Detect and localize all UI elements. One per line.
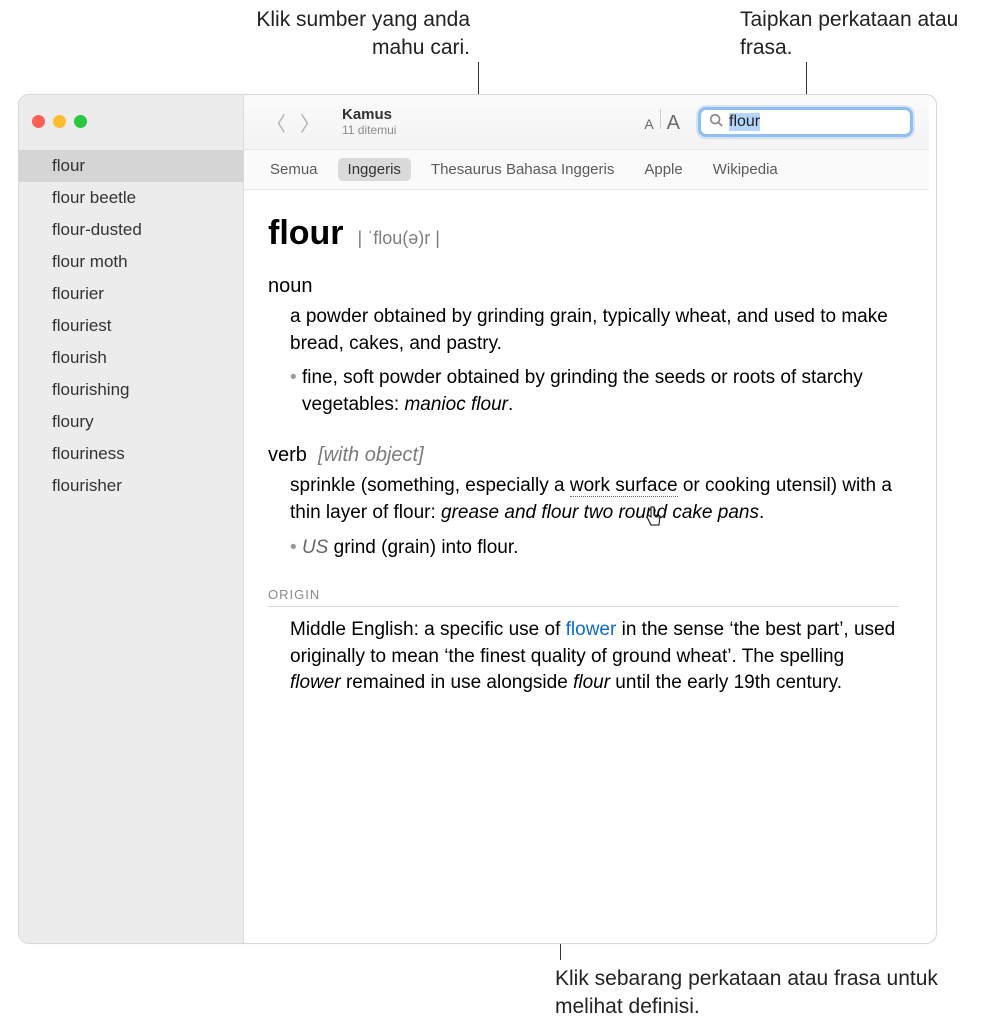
sidebar-item[interactable]: flourisher (18, 470, 243, 502)
font-increase-button[interactable]: A (667, 112, 680, 135)
fullscreen-button[interactable] (74, 115, 87, 128)
window-controls (32, 115, 87, 128)
sidebar-item[interactable]: flouriest (18, 310, 243, 342)
pos-label: verb (268, 444, 307, 466)
callout-source: Klik sumber yang anda mahu cari. (200, 6, 470, 63)
linked-phrase[interactable]: work surface (570, 475, 678, 497)
pos-verb: verb [with object] (268, 444, 899, 467)
source-tabs: Semua Inggeris Thesaurus Bahasa Inggeris Ap… (244, 150, 929, 190)
origin-text: Middle English: a specific use of flower… (290, 617, 899, 697)
noun-definition: a powder obtained by grinding grain, typ… (290, 304, 899, 357)
dictionary-window: flourflour beetleflour-dustedflour mothf… (18, 94, 937, 944)
minimize-button[interactable] (53, 115, 66, 128)
back-button[interactable]: 〈 (260, 106, 292, 139)
search-input[interactable] (729, 113, 936, 131)
text: fine, soft powder obtained by grinding t… (302, 367, 863, 415)
source-tab[interactable]: Thesaurus Bahasa Inggeris (421, 158, 624, 181)
source-tab[interactable]: Wikipedia (703, 158, 788, 181)
search-box[interactable]: ✕ (698, 107, 913, 137)
origin-heading: ORIGIN (268, 587, 899, 607)
source-tab[interactable]: Apple (634, 158, 692, 181)
noun-block: noun a powder obtained by grinding grain… (268, 275, 899, 418)
close-button[interactable] (32, 115, 45, 128)
toolbar-subtitle: 11 ditemui (342, 124, 396, 137)
origin-link[interactable]: flower (566, 619, 617, 640)
headword-row: flour | ˈflou(ə)r | (268, 214, 899, 253)
pos-noun: noun (268, 275, 899, 298)
sidebar-item[interactable]: flouriness (18, 438, 243, 470)
callout-search: Taipkan perkataan atau frasa. (740, 6, 990, 63)
sidebar-item[interactable]: floury (18, 406, 243, 438)
text: sprinkle (something, especially a (290, 475, 570, 496)
source-tab[interactable]: Inggeris (338, 158, 411, 181)
toolbar: 〈 〉 Kamus 11 ditemui A A ✕ (244, 95, 929, 150)
source-tab[interactable]: Semua (260, 158, 328, 181)
text: . (508, 394, 513, 415)
headword: flour (268, 214, 344, 253)
text: remained in use alongside (341, 672, 573, 693)
nav-arrows: 〈 〉 (260, 106, 326, 139)
toolbar-title: Kamus (342, 107, 396, 124)
sidebar-item[interactable]: flour beetle (18, 182, 243, 214)
callout-click-word: Klik sebarang perkataan atau frasa untuk… (555, 965, 975, 1022)
text: Middle English: a specific use of (290, 619, 566, 640)
grammar-note: [with object] (318, 444, 424, 466)
verb-subdefinition: US grind (grain) into flour. (290, 535, 899, 562)
example: manioc flour (404, 394, 508, 415)
sidebar-item[interactable]: flour (18, 150, 243, 182)
sidebar-item[interactable]: flourish (18, 342, 243, 374)
verb-definition: sprinkle (something, especially a work s… (290, 473, 899, 526)
text: until the early 19th century. (610, 672, 842, 693)
noun-subdefinition: fine, soft powder obtained by grinding t… (290, 365, 899, 418)
text: grind (grain) into flour. (328, 537, 518, 558)
main-pane: 〈 〉 Kamus 11 ditemui A A ✕ SemuaInggeri (244, 95, 929, 943)
region-label: US (302, 537, 328, 558)
italic: flour (573, 672, 610, 693)
font-size-controls: A A (644, 109, 680, 135)
title-block: Kamus 11 ditemui (342, 107, 396, 137)
italic: flower (290, 672, 341, 693)
search-icon (709, 113, 723, 131)
sidebar: flourflour beetleflour-dustedflour mothf… (18, 95, 244, 943)
font-decrease-button[interactable]: A (644, 116, 653, 132)
forward-button[interactable]: 〉 (294, 106, 326, 139)
sidebar-item[interactable]: flour moth (18, 246, 243, 278)
verb-block: verb [with object] sprinkle (something, … (268, 444, 899, 561)
text: . (759, 502, 764, 523)
divider (660, 109, 661, 129)
definition-content: flour | ˈflou(ə)r | noun a powder obtain… (244, 190, 929, 721)
sidebar-item[interactable]: flourier (18, 278, 243, 310)
sidebar-item[interactable]: flour-dusted (18, 214, 243, 246)
pronunciation: | ˈflou(ə)r | (358, 228, 440, 249)
clear-search-button[interactable]: ✕ (936, 114, 937, 130)
sidebar-item[interactable]: flourishing (18, 374, 243, 406)
example: grease and flour two round cake pans (441, 502, 759, 523)
